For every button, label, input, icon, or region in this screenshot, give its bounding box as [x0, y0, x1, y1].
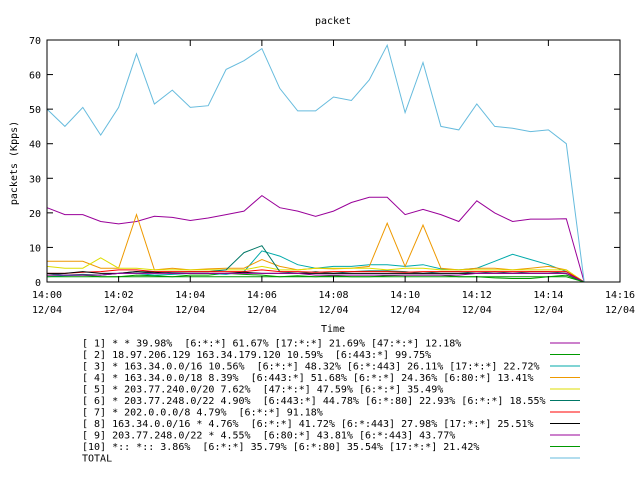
- y-tick-label: 70: [29, 36, 41, 47]
- chart-title: packet: [315, 16, 351, 27]
- axes: 0 10 20 30 40 50 60 70 14:00 12/04 14:02 12/04 14:04…: [29, 36, 635, 316]
- y-axis-label: packets (Kpps): [9, 121, 20, 205]
- x-tick-label-date: 12/04: [390, 305, 420, 316]
- y-tick-label: 50: [29, 105, 41, 116]
- series-line-10: [47, 276, 585, 283]
- y-tick-label: 0: [35, 278, 41, 289]
- x-axis-label: Time: [321, 324, 345, 335]
- series-line-3: [46, 250, 585, 283]
- x-tick-label-date: 12/04: [175, 305, 205, 316]
- legend-label: TOTAL: [82, 454, 112, 465]
- x-tick-label-time: 14:06: [247, 290, 277, 301]
- chart-root: packet packets (Kpps) Time 0 10 20 30 40 50 60…: [0, 0, 640, 480]
- x-tick-label-time: 14:00: [32, 290, 62, 301]
- line-chart: packet packets (Kpps) Time 0 10 20 30 40 50 60…: [9, 16, 635, 465]
- x-tick-label-date: 12/04: [605, 305, 635, 316]
- y-tick-label: 40: [29, 140, 41, 151]
- y-tick-label: 30: [29, 174, 41, 185]
- x-tick-label-time: 14:12: [462, 290, 492, 301]
- x-tick-label-time: 14:16: [605, 290, 635, 301]
- series-lines: [46, 43, 585, 283]
- x-tick-label-date: 12/04: [318, 305, 348, 316]
- x-tick-label-time: 14:04: [175, 290, 205, 301]
- x-tick-label-date: 12/04: [462, 305, 492, 316]
- y-tick-label: 20: [29, 209, 41, 220]
- legend-label: [ 8] 163.34.0.0/16 * 4.76% [6:*:*] 41.72…: [82, 419, 534, 430]
- x-tick-label-time: 14:10: [390, 290, 420, 301]
- x-tick-label-date: 12/04: [32, 305, 62, 316]
- x-tick-label-date: 12/04: [247, 305, 277, 316]
- x-tick-label-time: 14:08: [318, 290, 348, 301]
- legend-label: [ 6] * 203.77.248.0/22 4.90% [6:443:*] 4…: [82, 396, 546, 407]
- x-tick-label-date: 12/04: [104, 305, 134, 316]
- x-tick-label-time: 14:14: [533, 290, 563, 301]
- series-line-11: [46, 43, 585, 283]
- legend-label: [ 1] * * 39.98% [6:*:*] 61.67% [17:*:*] …: [82, 339, 461, 350]
- x-tick-label-date: 12/04: [533, 305, 563, 316]
- legend-label: [ 3] * 163.34.0.0/16 10.56% [6:*:*] 48.3…: [82, 362, 540, 373]
- y-tick-label: 10: [29, 243, 41, 254]
- x-tick-label-time: 14:02: [104, 290, 134, 301]
- legend-label: [ 5] * 203.77.240.0/20 7.62% [47:*:*] 47…: [82, 385, 443, 396]
- plot-frame: [46, 39, 621, 283]
- legend-label: [10] *:: *:: 3.86% [6:*:*] 35.79% [6:*:8…: [82, 442, 479, 453]
- legend-label: [ 4] * 163.34.0.0/18 8.39% [6:443:*] 51.…: [82, 373, 534, 384]
- legend-label: [ 9] 203.77.248.0/22 * 4.55% [6:80:*] 43…: [82, 431, 455, 442]
- legend: [ 1] * * 39.98% [6:*:*] 61.67% [17:*:*] …: [82, 339, 580, 465]
- y-tick-label: 60: [29, 71, 41, 82]
- legend-label: [ 7] * 202.0.0.0/8 4.79% [6:*:*] 91.18%: [82, 408, 323, 419]
- legend-label: [ 2] 18.97.206.129 163.34.179.120 10.59%…: [82, 350, 431, 361]
